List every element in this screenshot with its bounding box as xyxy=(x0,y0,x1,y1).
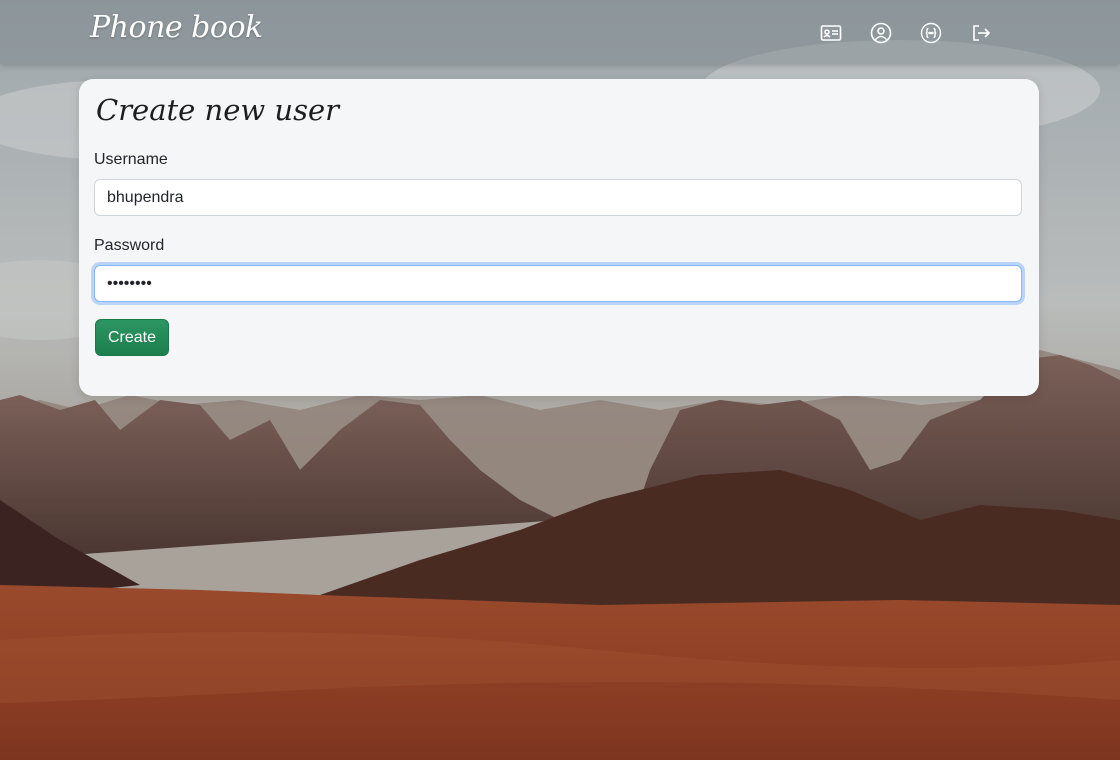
logout-icon[interactable] xyxy=(968,20,994,46)
username-label: Username xyxy=(94,151,168,168)
user-circle-icon[interactable] xyxy=(868,20,894,46)
top-navbar: Phone book xyxy=(0,0,1120,64)
api-braces-icon[interactable] xyxy=(918,20,944,46)
brand-logo[interactable]: Phone book xyxy=(90,10,263,45)
password-label: Password xyxy=(94,237,165,254)
page-title: Create new user xyxy=(96,93,340,127)
contact-card-icon[interactable] xyxy=(818,20,844,46)
nav-icon-group xyxy=(818,20,994,46)
username-input[interactable] xyxy=(94,179,1022,216)
create-button[interactable]: Create xyxy=(95,319,169,356)
password-input[interactable] xyxy=(94,265,1022,302)
create-user-card: Create new user Username Password Create xyxy=(79,79,1039,396)
